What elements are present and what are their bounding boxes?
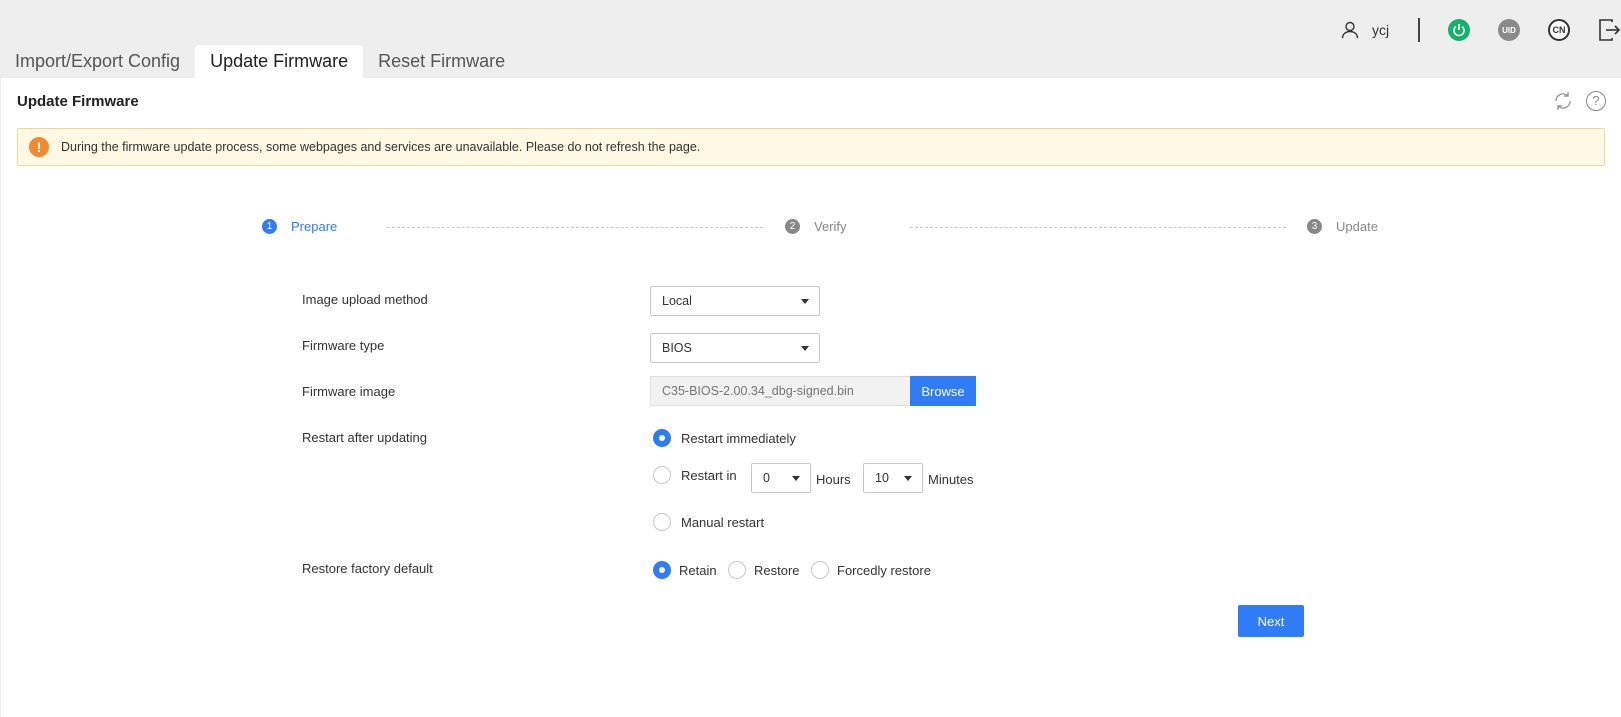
page-title: Update Firmware [17, 93, 139, 110]
retain-option[interactable]: Retain [653, 561, 717, 579]
uid-icon[interactable]: UID [1498, 19, 1520, 41]
radio-forced-restore[interactable] [811, 561, 829, 579]
help-icon[interactable]: ? [1586, 91, 1606, 111]
top-bar: ycj UID CN Import/Export Config Update F… [0, 0, 1621, 78]
browse-button[interactable]: Browse [910, 376, 976, 406]
hours-label: Hours [816, 472, 851, 487]
radio-restore[interactable] [728, 561, 746, 579]
update-firmware-panel: Update Firmware ? ! During the firmware … [1, 78, 1621, 717]
notice-text: During the firmware update process, some… [61, 140, 701, 154]
user-icon [1341, 21, 1359, 39]
user-menu[interactable]: ycj [1340, 20, 1389, 40]
tab-update-firmware[interactable]: Update Firmware [195, 45, 364, 78]
step-prepare: 1 Prepare [262, 219, 337, 234]
tab-reset-firmware[interactable]: Reset Firmware [363, 45, 520, 78]
step-update: 3 Update [1307, 219, 1378, 234]
step-number: 1 [262, 219, 277, 234]
minutes-label: Minutes [928, 472, 974, 487]
restore-option[interactable]: Restore [728, 561, 800, 579]
radio-restart-immediately[interactable] [653, 429, 671, 447]
firmware-image-input[interactable] [650, 376, 911, 406]
warning-icon: ! [29, 137, 49, 157]
upload-method-label: Image upload method [302, 292, 428, 307]
step-number: 2 [785, 219, 800, 234]
logout-icon[interactable] [1597, 17, 1621, 43]
chevron-down-icon [904, 476, 912, 481]
step-label: Verify [814, 219, 847, 234]
minutes-select[interactable]: 10 [863, 463, 923, 493]
divider [1418, 18, 1420, 42]
warning-notice: ! During the firmware update process, so… [17, 128, 1605, 166]
step-connector [910, 227, 1286, 228]
chevron-down-icon [801, 346, 809, 351]
restore-label: Restore factory default [302, 561, 433, 576]
next-button[interactable]: Next [1238, 605, 1304, 637]
restart-immediately-option[interactable]: Restart immediately [653, 429, 796, 447]
chevron-down-icon [792, 476, 800, 481]
restart-in-option[interactable]: Restart in [653, 466, 737, 484]
tab-bar: Import/Export Config Update Firmware Res… [0, 45, 520, 78]
radio-restart-in[interactable] [653, 466, 671, 484]
forced-restore-option[interactable]: Forcedly restore [811, 561, 931, 579]
firmware-image-label: Firmware image [302, 384, 396, 399]
radio-retain[interactable] [653, 561, 671, 579]
power-icon[interactable] [1448, 19, 1470, 41]
chevron-down-icon [801, 299, 809, 304]
step-label: Prepare [291, 219, 338, 234]
manual-restart-option[interactable]: Manual restart [653, 513, 764, 531]
username: ycj [1372, 22, 1390, 38]
hours-select[interactable]: 0 [751, 463, 811, 493]
restart-label: Restart after updating [302, 430, 428, 445]
step-number: 3 [1307, 219, 1322, 234]
upload-method-select[interactable]: Local [650, 286, 820, 316]
refresh-icon[interactable] [1552, 90, 1574, 112]
language-icon[interactable]: CN [1548, 19, 1570, 41]
step-verify: 2 Verify [785, 219, 847, 234]
firmware-type-label: Firmware type [302, 338, 385, 353]
firmware-type-select[interactable]: BIOS [650, 333, 820, 363]
radio-manual-restart[interactable] [653, 513, 671, 531]
step-connector [387, 227, 763, 228]
tab-import-export-config[interactable]: Import/Export Config [0, 45, 195, 78]
step-label: Update [1336, 219, 1378, 234]
